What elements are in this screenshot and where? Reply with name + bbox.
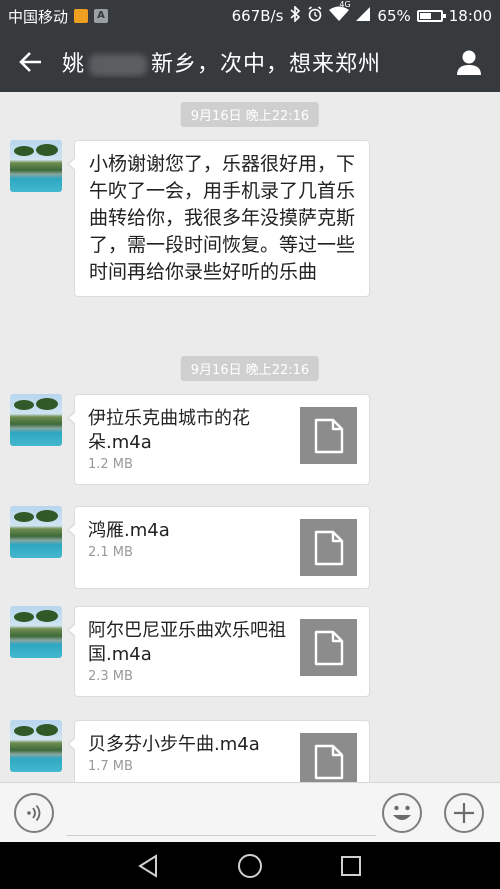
chat-title-prefix: 姚 — [62, 52, 86, 77]
battery-icon — [416, 10, 446, 22]
file-size: 2.1 MB — [88, 545, 133, 560]
file-message[interactable]: 阿尔巴尼亚乐曲欢乐吧祖国.m4a 2.3 MB — [67, 606, 370, 697]
file-name: 伊拉乐克曲城市的花朵.m4a — [88, 408, 250, 453]
chat-header: 姚 新乡，次中，想来郑州 — [0, 32, 500, 92]
nav-recents-button[interactable] — [311, 842, 391, 889]
system-nav-bar — [0, 842, 500, 889]
wifi-icon: 4G — [329, 0, 351, 26]
document-icon — [300, 619, 357, 676]
a-badge-icon: A — [94, 9, 109, 23]
chat-info-button[interactable] — [438, 32, 500, 92]
avatar[interactable] — [10, 606, 62, 658]
file-message[interactable]: 鸿雁.m4a 2.1 MB — [67, 506, 370, 589]
chat-area[interactable]: 9月16日 晚上22:16 小杨谢谢您了，乐器很好用，下午吹了一会，用手机录了几… — [0, 92, 500, 782]
file-message[interactable]: 伊拉乐克曲城市的花朵.m4a 1.2 MB — [67, 394, 370, 485]
plus-icon — [454, 803, 474, 823]
timestamp: 9月16日 晚上22:16 — [180, 356, 320, 381]
notification-icon — [74, 9, 89, 23]
back-arrow-icon — [19, 52, 41, 72]
carrier-label: 中国移动 — [8, 7, 69, 26]
file-size: 2.3 MB — [88, 669, 133, 684]
redacted-name — [89, 54, 148, 76]
network-type-label: 4G — [339, 0, 351, 9]
avatar[interactable] — [10, 506, 62, 558]
smiley-icon — [393, 805, 411, 820]
status-bar: 中国移动 A 667B/s 4G 65% 18:00 — [0, 0, 500, 32]
battery-percent: 65% — [377, 7, 411, 25]
clock: 18:00 — [448, 7, 492, 25]
message-text: 小杨谢谢您了，乐器很好用，下午吹了一会，用手机录了几首乐曲转给你，我很多年没摸萨… — [89, 153, 356, 283]
voice-button[interactable] — [14, 793, 54, 833]
timestamp: 9月16日 晚上22:16 — [180, 102, 320, 127]
square-recents-icon — [341, 855, 361, 876]
nav-back-button[interactable] — [108, 842, 188, 889]
bluetooth-icon — [289, 5, 301, 26]
input-bar — [0, 782, 500, 842]
file-name: 贝多芬小步午曲.m4a — [88, 734, 260, 755]
file-name: 鸿雁.m4a — [88, 520, 170, 541]
document-icon — [300, 733, 357, 782]
avatar[interactable] — [10, 394, 62, 446]
signal-icon — [355, 6, 371, 26]
file-name: 阿尔巴尼亚乐曲欢乐吧祖国.m4a — [88, 620, 286, 665]
file-size: 1.2 MB — [88, 457, 133, 472]
triangle-back-icon — [138, 853, 157, 878]
nav-home-button[interactable] — [210, 842, 290, 889]
text-message-bubble[interactable]: 小杨谢谢您了，乐器很好用，下午吹了一会，用手机录了几首乐曲转给你，我很多年没摸萨… — [67, 140, 370, 297]
alarm-icon — [307, 6, 323, 26]
network-speed: 667B/s — [231, 7, 284, 25]
more-button[interactable] — [444, 793, 484, 833]
back-button[interactable] — [0, 32, 62, 92]
document-icon — [300, 407, 357, 464]
avatar[interactable] — [10, 140, 62, 192]
chat-title-suffix: 新乡，次中，想来郑州 — [151, 52, 382, 77]
person-icon — [457, 50, 481, 75]
emoji-button[interactable] — [382, 793, 422, 833]
chat-title: 姚 新乡，次中，想来郑州 — [62, 46, 438, 78]
voice-icon — [27, 804, 41, 822]
file-size: 1.7 MB — [88, 759, 133, 774]
circle-home-icon — [238, 853, 262, 878]
file-message[interactable]: 贝多芬小步午曲.m4a 1.7 MB — [67, 720, 370, 782]
message-input[interactable] — [66, 791, 376, 836]
avatar[interactable] — [10, 720, 62, 772]
document-icon — [300, 519, 357, 576]
